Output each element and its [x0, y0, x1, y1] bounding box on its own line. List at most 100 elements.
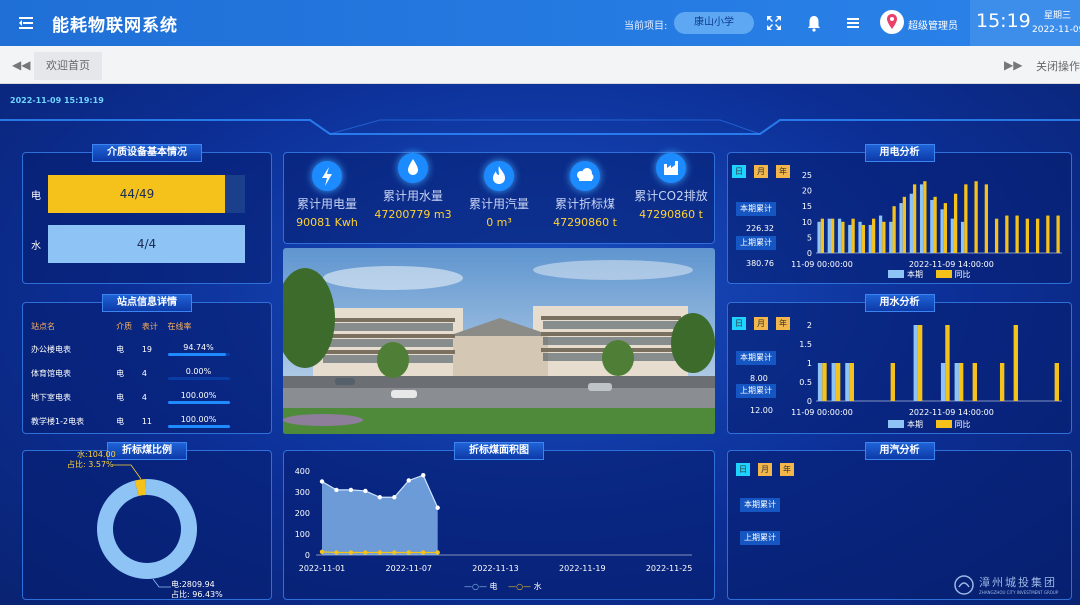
coal-ratio-donut: [97, 464, 197, 588]
lightning-icon: [312, 161, 342, 191]
x-tick-label: 2022-11-01: [299, 564, 346, 573]
data-point: [406, 478, 411, 483]
rate-bar-fill: [167, 352, 227, 356]
bar: [912, 184, 917, 253]
data-point: [406, 550, 411, 555]
kpi-value: 47200779 m3: [374, 208, 452, 221]
close-operations-button[interactable]: 关闭操作: [1036, 58, 1080, 74]
current-period-value: 226.32: [746, 224, 774, 233]
tab-home[interactable]: 欢迎首页: [34, 52, 102, 80]
bar: [848, 224, 852, 253]
x-tick-label: 2022-11-09 14:00:00: [909, 408, 994, 417]
current-period-value: 8.00: [750, 374, 768, 383]
project-label: 当前项目:: [624, 21, 668, 32]
media-progress: 44/49: [48, 175, 245, 213]
kpi-label: 累计用水量: [382, 189, 443, 203]
period-day-button[interactable]: 日: [732, 165, 746, 178]
user-name[interactable]: 超级管理员: [908, 17, 958, 32]
factory-icon: [656, 153, 686, 183]
table-row[interactable]: 教学楼1-2电表 电 11 100.00%: [31, 409, 267, 433]
site-rate: 100.00%: [180, 414, 217, 424]
legend-swatch: [935, 270, 952, 278]
site-name: 体育馆电表: [31, 368, 71, 378]
leader-line: [152, 578, 171, 588]
period-day-button[interactable]: 日: [732, 317, 746, 330]
site-rate: 94.74%: [183, 342, 214, 352]
project-select[interactable]: 康山小学: [674, 12, 754, 34]
data-point: [377, 495, 383, 500]
fullscreen-icon[interactable]: [764, 13, 784, 33]
col-header: 在线率: [167, 321, 192, 331]
rate-bar: [167, 400, 230, 404]
panel-title: 用水分析: [864, 294, 935, 312]
x-tick-label: 2-11-09 00:00:00: [792, 260, 853, 269]
clock-time: 15:19: [976, 10, 1031, 32]
y-tick-label: 200: [295, 509, 310, 518]
bar: [933, 196, 937, 253]
avatar[interactable]: [880, 10, 904, 34]
bar: [940, 363, 946, 401]
table-row[interactable]: 地下室电表 电 4 100.00%: [31, 385, 267, 409]
y-tick-label: 20: [802, 187, 812, 196]
table-row[interactable]: 办公楼电表 电 19 94.74%: [31, 337, 267, 361]
data-point: [421, 550, 426, 555]
water-drop-icon: [398, 153, 428, 183]
coal-ratio-panel: 折标煤比例 水:104.00 占比: 3.57% 电:2809.94 占比: 9…: [22, 442, 272, 600]
tab-scroll-left-icon[interactable]: ◀◀: [12, 58, 30, 72]
bar: [909, 193, 913, 253]
period-month-button[interactable]: 月: [754, 317, 768, 330]
bar: [1054, 363, 1059, 401]
bar: [878, 215, 883, 253]
leader-line: [113, 464, 142, 480]
tab-scroll-right-icon[interactable]: ▶▶: [1004, 58, 1022, 72]
water-analysis-panel: 用水分析 日 月 年 本期累计 8.00 上期累计 12.00 0 0.5 1 1.5…: [727, 294, 1072, 434]
panel-title: 介质设备基本情况: [92, 144, 202, 162]
kpi-value: 47290860 t: [553, 216, 617, 229]
clock-date: 2022-11-09: [1032, 25, 1080, 35]
period-month-button[interactable]: 月: [754, 165, 768, 178]
bar: [1013, 325, 1018, 401]
menu-icon[interactable]: [843, 13, 863, 33]
water-bar-chart: 0 0.5 1 1.5 2 2-11-09 00:00:00 2022-11-09 14:0…: [792, 321, 1062, 417]
bar: [817, 363, 823, 401]
site-medium: 电: [116, 416, 125, 426]
period-year-button[interactable]: 年: [776, 317, 790, 330]
y-tick-label: 2: [807, 321, 812, 330]
bar: [899, 203, 903, 253]
bar: [817, 221, 821, 253]
bar: [858, 221, 862, 253]
bar: [972, 363, 977, 401]
tab-bar: ◀◀ 欢迎首页 ▶▶ 关闭操作: [0, 46, 1080, 84]
period-year-button[interactable]: 年: [780, 463, 794, 476]
header-decoration: [0, 119, 1080, 135]
coal-area-panel: 折标煤面积图 0 100 200 300 400 2022-11-01 2022-11-07…: [283, 442, 715, 600]
chart-legend: 本期 同比: [888, 419, 971, 430]
period-month-button[interactable]: 月: [758, 463, 772, 476]
data-point: [392, 495, 397, 500]
kpi-label: 累计用汽量: [468, 197, 529, 211]
prev-period-label: 上期累计: [736, 236, 776, 250]
bell-icon[interactable]: [804, 13, 824, 33]
legend-label: 电: [489, 582, 498, 591]
site-name: 办公楼电表: [31, 344, 71, 354]
legend-label: 同比: [954, 420, 971, 429]
dashboard: 2022-11-09 15:19:19 介质设备基本情况 电 44/49 水 4…: [0, 84, 1080, 605]
bar: [994, 218, 999, 253]
menu-collapse-icon[interactable]: [16, 13, 36, 33]
panel-title: 用汽分析: [864, 442, 935, 460]
period-day-button[interactable]: 日: [736, 463, 750, 476]
media-row-label: 水: [31, 241, 41, 252]
elec-analysis-panel: 用电分析 日 月 年 本期累计 226.32 上期累计 380.76 0 5 10 1…: [727, 144, 1072, 284]
sites-panel: 站点信息详情 站点名 介质 表计 在线率 办公楼电表 电 19 94.74% 体…: [22, 294, 272, 434]
legend-swatch: [888, 270, 904, 278]
bar: [953, 193, 958, 253]
y-tick-label: 1: [807, 359, 812, 368]
media-panel: 介质设备基本情况 电 44/49 水 4/4: [22, 144, 272, 284]
rate-bar: [167, 424, 230, 428]
table-row[interactable]: 体育馆电表 电 4 0.00%: [31, 361, 267, 385]
current-period-label: 本期累计: [736, 351, 776, 365]
data-point: [392, 550, 397, 555]
area-fill-elec: [322, 475, 438, 555]
bar: [960, 221, 965, 253]
period-year-button[interactable]: 年: [776, 165, 790, 178]
